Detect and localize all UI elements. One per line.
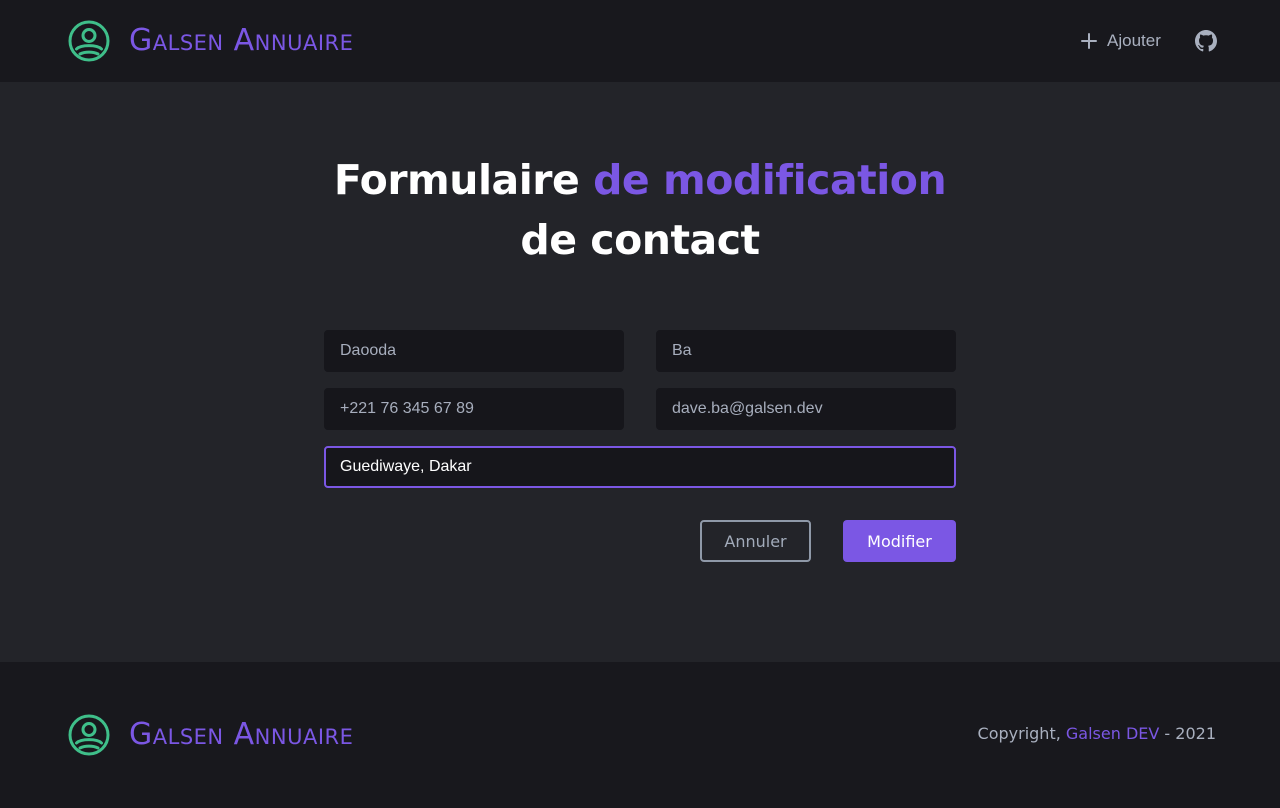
title-part1: Formulaire	[333, 156, 580, 204]
title-part2: de contact	[520, 216, 760, 264]
address-field[interactable]: Guediwaye, Dakar	[324, 446, 956, 488]
phone-field[interactable]: +221 76 345 67 89	[324, 388, 624, 430]
brand-home-link[interactable]: Galsen Annuaire	[67, 19, 353, 63]
first-name-field[interactable]: Daooda	[324, 330, 624, 372]
brand-name: Galsen Annuaire	[129, 23, 354, 58]
footer: Galsen Annuaire Copyright, Galsen DEV - …	[0, 662, 1280, 808]
footer-brand-name: Galsen Annuaire	[129, 717, 354, 752]
copyright-org-link[interactable]: Galsen DEV	[1066, 724, 1159, 743]
last-name-field[interactable]: Ba	[656, 330, 956, 372]
copyright-suffix: - 2021	[1164, 724, 1216, 743]
user-circle-icon	[68, 20, 110, 62]
footer-brand[interactable]: Galsen Annuaire	[67, 713, 353, 757]
plus-icon	[1081, 33, 1097, 49]
title-accent: de modification	[593, 156, 947, 204]
add-contact-link[interactable]: Ajouter	[1080, 28, 1161, 54]
submit-button[interactable]: Modifier	[843, 520, 956, 562]
copyright-prefix: Copyright,	[977, 724, 1061, 743]
email-field[interactable]: dave.ba@galsen.dev	[656, 388, 956, 430]
github-icon[interactable]	[1195, 30, 1217, 52]
page-title: Formulaire de modification de contact	[0, 150, 1280, 270]
add-contact-label: Ajouter	[1107, 31, 1161, 50]
top-navbar: Galsen Annuaire Ajouter	[0, 0, 1280, 82]
user-circle-icon	[68, 714, 110, 756]
copyright-text: Copyright, Galsen DEV - 2021	[978, 724, 1216, 743]
cancel-button[interactable]: Annuler	[700, 520, 811, 562]
